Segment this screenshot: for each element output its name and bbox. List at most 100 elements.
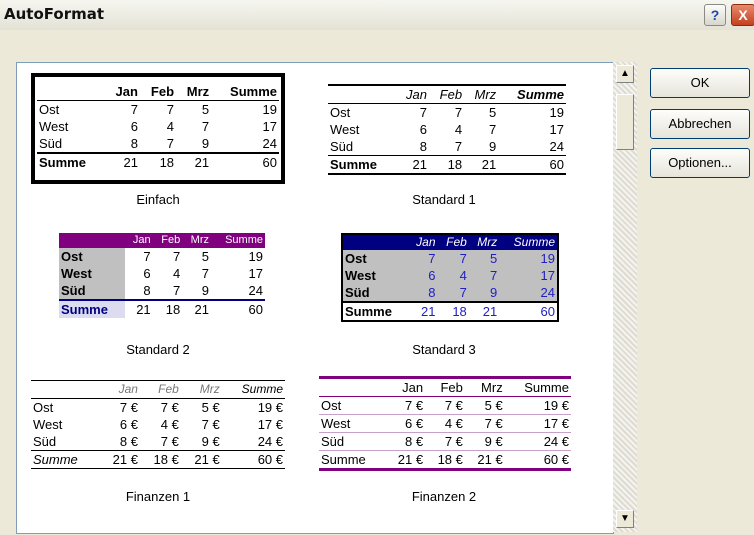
vertical-scrollbar[interactable]: ▲ ▼ <box>613 62 637 532</box>
table-cell: 7 <box>152 282 183 300</box>
format-standard-2[interactable]: Jan Feb Mrz Summe Ost 7 7 5 19 West 6 4 7 17 Süd 8 7 9 24 S… <box>31 224 285 335</box>
table-cell: 5 <box>488 105 497 120</box>
table-cell: 7 <box>201 119 210 134</box>
column-header: Feb <box>139 380 181 399</box>
table-cell: 18 € <box>139 450 181 469</box>
table-cell: Ost <box>330 105 351 120</box>
format-finanzen-1[interactable]: Jan Feb Mrz Summe Ost 7 €7 €5 €19 € West 6 €4 €… <box>31 372 285 482</box>
table-cell: 60 <box>498 155 566 175</box>
table-cell: 4 <box>152 265 183 282</box>
table-cell: Ost <box>319 396 386 415</box>
preview-table: Jan Feb Mrz Summe Ost 7 7 5 19 West 6 4 7 17 Süd 8 7 9 24 S… <box>341 233 559 322</box>
ok-button[interactable]: OK <box>650 68 750 98</box>
format-einfach[interactable]: Jan Feb Mrz Summe Ost 7 7 5 19 West 6 4 7 17 Süd 8 7 9 24 S… <box>31 73 285 184</box>
table-row: Süd 8 7 9 24 <box>59 282 265 300</box>
cancel-button[interactable]: Abbrechen <box>650 109 750 139</box>
preview-table: Jan Feb Mrz Summe Ost 7 €7 €5 €19 € West 6 €4 €… <box>319 376 571 471</box>
table-cell: 7 <box>124 248 153 265</box>
table-row: West 6 4 7 17 <box>59 265 265 282</box>
table-cell: 8 <box>407 284 438 302</box>
column-header: Jan <box>124 233 153 248</box>
table-cell: 7 <box>166 136 175 151</box>
scroll-thumb[interactable] <box>616 94 634 150</box>
table-cell: West <box>319 414 386 433</box>
table-cell: 60 <box>211 152 279 171</box>
table-cell: 17 € <box>257 417 283 432</box>
table-row: Ost 7 €7 €5 €19 € <box>319 396 571 415</box>
table-cell: 21 <box>464 155 499 175</box>
table-cell: 60 <box>499 301 558 321</box>
table-row: West 6 €4 €7 €17 € <box>319 414 571 433</box>
table-cell: 6 <box>407 267 438 284</box>
table-cell: 7 <box>166 102 175 117</box>
table-cell: 24 <box>262 136 277 151</box>
table-cell: Summe <box>328 155 396 175</box>
table-cell: 60 € <box>504 450 571 471</box>
table-cell: 7 € <box>119 400 138 415</box>
column-header <box>31 380 100 399</box>
header-row: Jan Feb Mrz Summe <box>37 83 279 101</box>
column-header <box>37 83 105 101</box>
table-cell: 7 <box>468 267 500 284</box>
format-standard-1[interactable]: Jan Feb Mrz Summe Ost 7 7 5 19 West 6 4 7 17 Süd 8 7 9 24 S… <box>317 73 573 186</box>
title-bar: AutoFormat ? X <box>0 0 754 30</box>
table-cell: 60 <box>210 299 265 318</box>
table-row: Süd 8 7 9 24 <box>342 284 558 302</box>
table-cell: 17 <box>499 267 558 284</box>
column-header: Feb <box>152 233 183 248</box>
caption-finanzen-2: Finanzen 2 <box>411 489 477 504</box>
table-cell: 18 <box>437 301 469 321</box>
table-cell: 18 <box>428 155 465 175</box>
format-finanzen-2[interactable]: Jan Feb Mrz Summe Ost 7 €7 €5 €19 € West 6 €4 €… <box>317 372 571 482</box>
table-cell: 9 <box>468 284 500 302</box>
table-row: Süd 8 €7 €9 €24 € <box>319 432 571 451</box>
preview-table: Jan Feb Mrz Summe Ost 7 7 5 19 West 6 4 7 17 Süd 8 7 9 24 S… <box>59 233 265 318</box>
options-button[interactable]: Optionen... <box>650 148 750 178</box>
header-row: Jan Feb Mrz Summe <box>59 233 265 248</box>
table-cell: 21 <box>395 155 429 175</box>
table-cell: Ost <box>342 250 408 267</box>
column-header: Mrz <box>180 380 222 399</box>
column-header: Feb <box>437 234 469 250</box>
table-cell: 7 <box>437 284 469 302</box>
table-cell: 7 <box>454 105 463 120</box>
table-cell: 24 <box>499 284 558 302</box>
help-icon[interactable]: ? <box>704 4 726 26</box>
table-cell: 21 <box>468 301 500 321</box>
table-cell: 21 <box>176 152 212 171</box>
table-cell: 4 <box>437 267 469 284</box>
table-cell: 19 € <box>504 396 571 415</box>
table-cell: 8 € <box>385 432 426 451</box>
table-cell: Summe <box>59 299 125 318</box>
total-row: Summe 21 18 21 60 <box>328 155 566 175</box>
table-cell: 24 <box>210 282 265 300</box>
table-row: West 6 4 7 17 <box>342 267 558 284</box>
close-icon[interactable]: X <box>731 4 754 26</box>
table-row: West 6 4 7 17 <box>328 121 566 138</box>
scroll-down-icon[interactable]: ▼ <box>616 510 634 528</box>
column-header: Mrz <box>182 233 211 248</box>
scroll-up-icon[interactable]: ▲ <box>616 65 634 83</box>
table-row: Ost 7 7 5 19 <box>342 250 558 267</box>
table-cell: West <box>39 119 69 134</box>
table-cell: 7 <box>488 122 497 137</box>
table-cell: 6 € <box>119 417 138 432</box>
table-cell: 19 <box>210 248 265 265</box>
total-row: Summe 21 18 21 60 <box>59 299 265 318</box>
column-header: Jan <box>99 380 140 399</box>
table-cell: 6 <box>130 119 138 134</box>
table-row: Ost 7 7 5 19 <box>59 248 265 265</box>
total-row: Summe 21 €18 €21 €60 € <box>31 450 285 469</box>
table-cell: 7 <box>130 102 138 117</box>
table-cell: Süd <box>319 432 386 451</box>
table-cell: 24 € <box>504 432 571 451</box>
table-cell: 5 € <box>464 396 505 415</box>
column-header: Jan <box>104 83 140 101</box>
column-header: Summe <box>211 83 279 101</box>
table-cell: 9 <box>182 282 211 300</box>
table-cell: 18 € <box>425 450 465 471</box>
format-standard-3[interactable]: Jan Feb Mrz Summe Ost 7 7 5 19 West 6 4 7 17 Süd 8 7 9 24 S… <box>317 224 571 335</box>
column-header: Feb <box>139 83 177 101</box>
preview-table: Jan Feb Mrz Summe Ost 7 7 5 19 West 6 4 7 17 Süd 8 7 9 24 S… <box>328 84 566 175</box>
caption-finanzen-1: Finanzen 1 <box>125 489 191 504</box>
